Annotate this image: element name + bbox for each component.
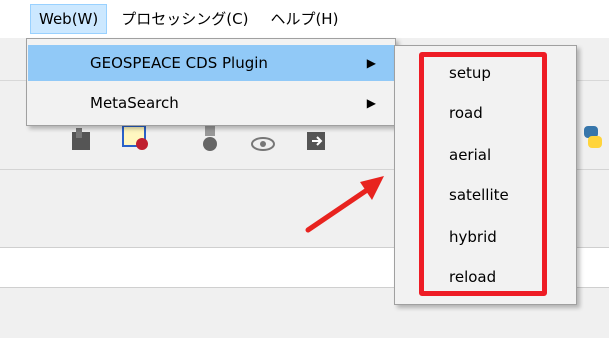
annotation-highlight-box [419, 52, 547, 296]
menu-help[interactable]: ヘルプ(H) [262, 4, 346, 34]
layer-tool-icon[interactable] [66, 124, 96, 154]
submenu-arrow-icon: ▶ [366, 96, 376, 110]
menu-web[interactable]: Web(W) [30, 4, 108, 34]
annotation-arrow-icon [305, 176, 384, 233]
menu-processing[interactable]: プロセッシング(C) [113, 4, 256, 34]
menu-item-metasearch[interactable]: MetaSearch ▶ [28, 85, 394, 121]
menu-item-geospeace-cds-plugin[interactable]: GEOSPEACE CDS Plugin ▶ [28, 45, 394, 81]
export-tool-icon[interactable] [302, 124, 332, 154]
web-menu-dropdown: GEOSPEACE CDS Plugin ▶ MetaSearch ▶ [26, 38, 396, 126]
eye-tool-icon[interactable] [248, 124, 278, 154]
add-layer-icon[interactable] [120, 122, 150, 152]
menu-item-label: GEOSPEACE CDS Plugin [90, 54, 268, 72]
pin-tool-icon[interactable] [195, 124, 225, 154]
menu-item-label: MetaSearch [90, 94, 179, 112]
menu-bar: Web(W) プロセッシング(C) ヘルプ(H) [0, 0, 609, 38]
python-console-icon[interactable] [578, 122, 608, 152]
submenu-arrow-icon: ▶ [366, 56, 376, 70]
